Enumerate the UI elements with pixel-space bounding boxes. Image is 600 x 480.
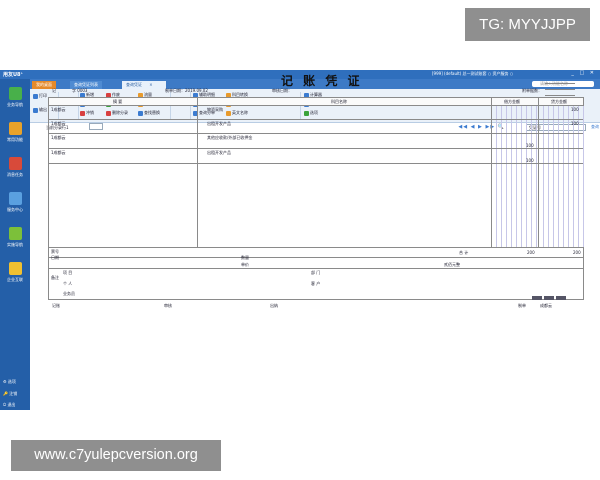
- table-header: 摘 要 科目名称 借方金额 贷方金额: [49, 98, 583, 106]
- watermark-top: TG: MYYJJPP: [465, 8, 590, 41]
- audit-date: 审核日期：: [272, 88, 292, 93]
- output-icon: [33, 107, 38, 113]
- message-icon: [8, 157, 22, 170]
- sign-bookkeeping: 记账: [52, 303, 60, 308]
- print-button[interactable]: 打印: [33, 93, 47, 99]
- enterprise-icon: [8, 262, 22, 275]
- table-row[interactable]: 1成都云 出租开发产品 100: [49, 120, 583, 134]
- attachments[interactable]: 附单据数：: [522, 88, 542, 94]
- exit-link[interactable]: ⏻ 退出: [3, 402, 15, 408]
- table-row[interactable]: 1成都云 出租开发产品 100: [49, 149, 583, 164]
- tab-voucher[interactable]: 查询凭证 ×: [122, 81, 166, 89]
- voucher-footer: 票号 日期 数量 单价 合 计 200 200 贰佰元整 备注 项 目 个 人 …: [48, 248, 584, 300]
- voucher-type[interactable]: 记: [52, 88, 56, 94]
- logout-link[interactable]: 🔑 注销: [3, 391, 17, 397]
- footer-icons[interactable]: [532, 296, 568, 302]
- total-credit: 200: [573, 250, 581, 255]
- table-row[interactable]: 1成都云 其他应收款/外部已收押金 100: [49, 134, 583, 149]
- window-controls[interactable]: _ □ ✕: [571, 70, 596, 76]
- header-subject: 科目名称: [331, 99, 347, 104]
- query-link[interactable]: 查询: [591, 124, 599, 130]
- voucher-number[interactable]: 字 0003: [72, 88, 87, 94]
- service-icon: [8, 192, 22, 205]
- total-label: 合 计: [459, 250, 469, 255]
- sidebar-item-messages[interactable]: 消息任务: [3, 157, 27, 178]
- star-icon: [8, 122, 22, 135]
- sidebar: 业务导航 常用功能 消息任务 服务中心 实施导航 企业互联 ⚙ 选项 🔑 注销 …: [0, 79, 30, 410]
- voucher-date[interactable]: 制单日期：2019.09.02: [165, 88, 208, 94]
- watermark-bottom: www.c7yulepcversion.org: [11, 440, 221, 471]
- close-icon[interactable]: ×: [149, 82, 152, 87]
- app-logo: 用友U8⁺: [3, 72, 24, 78]
- sidebar-item-service[interactable]: 服务中心: [3, 192, 27, 213]
- table-row[interactable]: 1成都云 物资采购 100: [49, 106, 583, 120]
- sidebar-item-enterprise[interactable]: 企业互联: [3, 262, 27, 283]
- header-summary: 摘 要: [113, 99, 123, 104]
- sign-maker: 制单: [518, 303, 526, 308]
- sidebar-item-common[interactable]: 常用功能: [3, 122, 27, 143]
- system-info: [999] (default) 总一测试账套 ○ 资产服务 ○: [432, 71, 514, 76]
- output-button[interactable]: 输出: [33, 107, 47, 113]
- sign-maker-name: 成都云: [540, 303, 552, 308]
- voucher-table: 摘 要 科目名称 借方金额 贷方金额 1成都云 物资采购 100 1成都云 出租…: [48, 97, 585, 248]
- print-icon: [33, 93, 38, 99]
- sign-cashier: 出纳: [270, 303, 278, 308]
- sidebar-item-nav[interactable]: 业务导航: [3, 87, 27, 108]
- nav-icon: [8, 87, 22, 100]
- sidebar-item-implement[interactable]: 实施导航: [3, 227, 27, 248]
- header-credit: 贷方金额: [551, 99, 567, 104]
- sign-audit: 审核: [164, 303, 172, 308]
- table-row-empty[interactable]: [49, 164, 583, 246]
- voucher-title: 记 账 凭 证: [281, 74, 363, 88]
- total-debit: 200: [527, 250, 535, 255]
- header-debit: 借方金额: [504, 99, 520, 104]
- options-link[interactable]: ⚙ 选项: [3, 379, 16, 385]
- implement-icon: [8, 227, 22, 240]
